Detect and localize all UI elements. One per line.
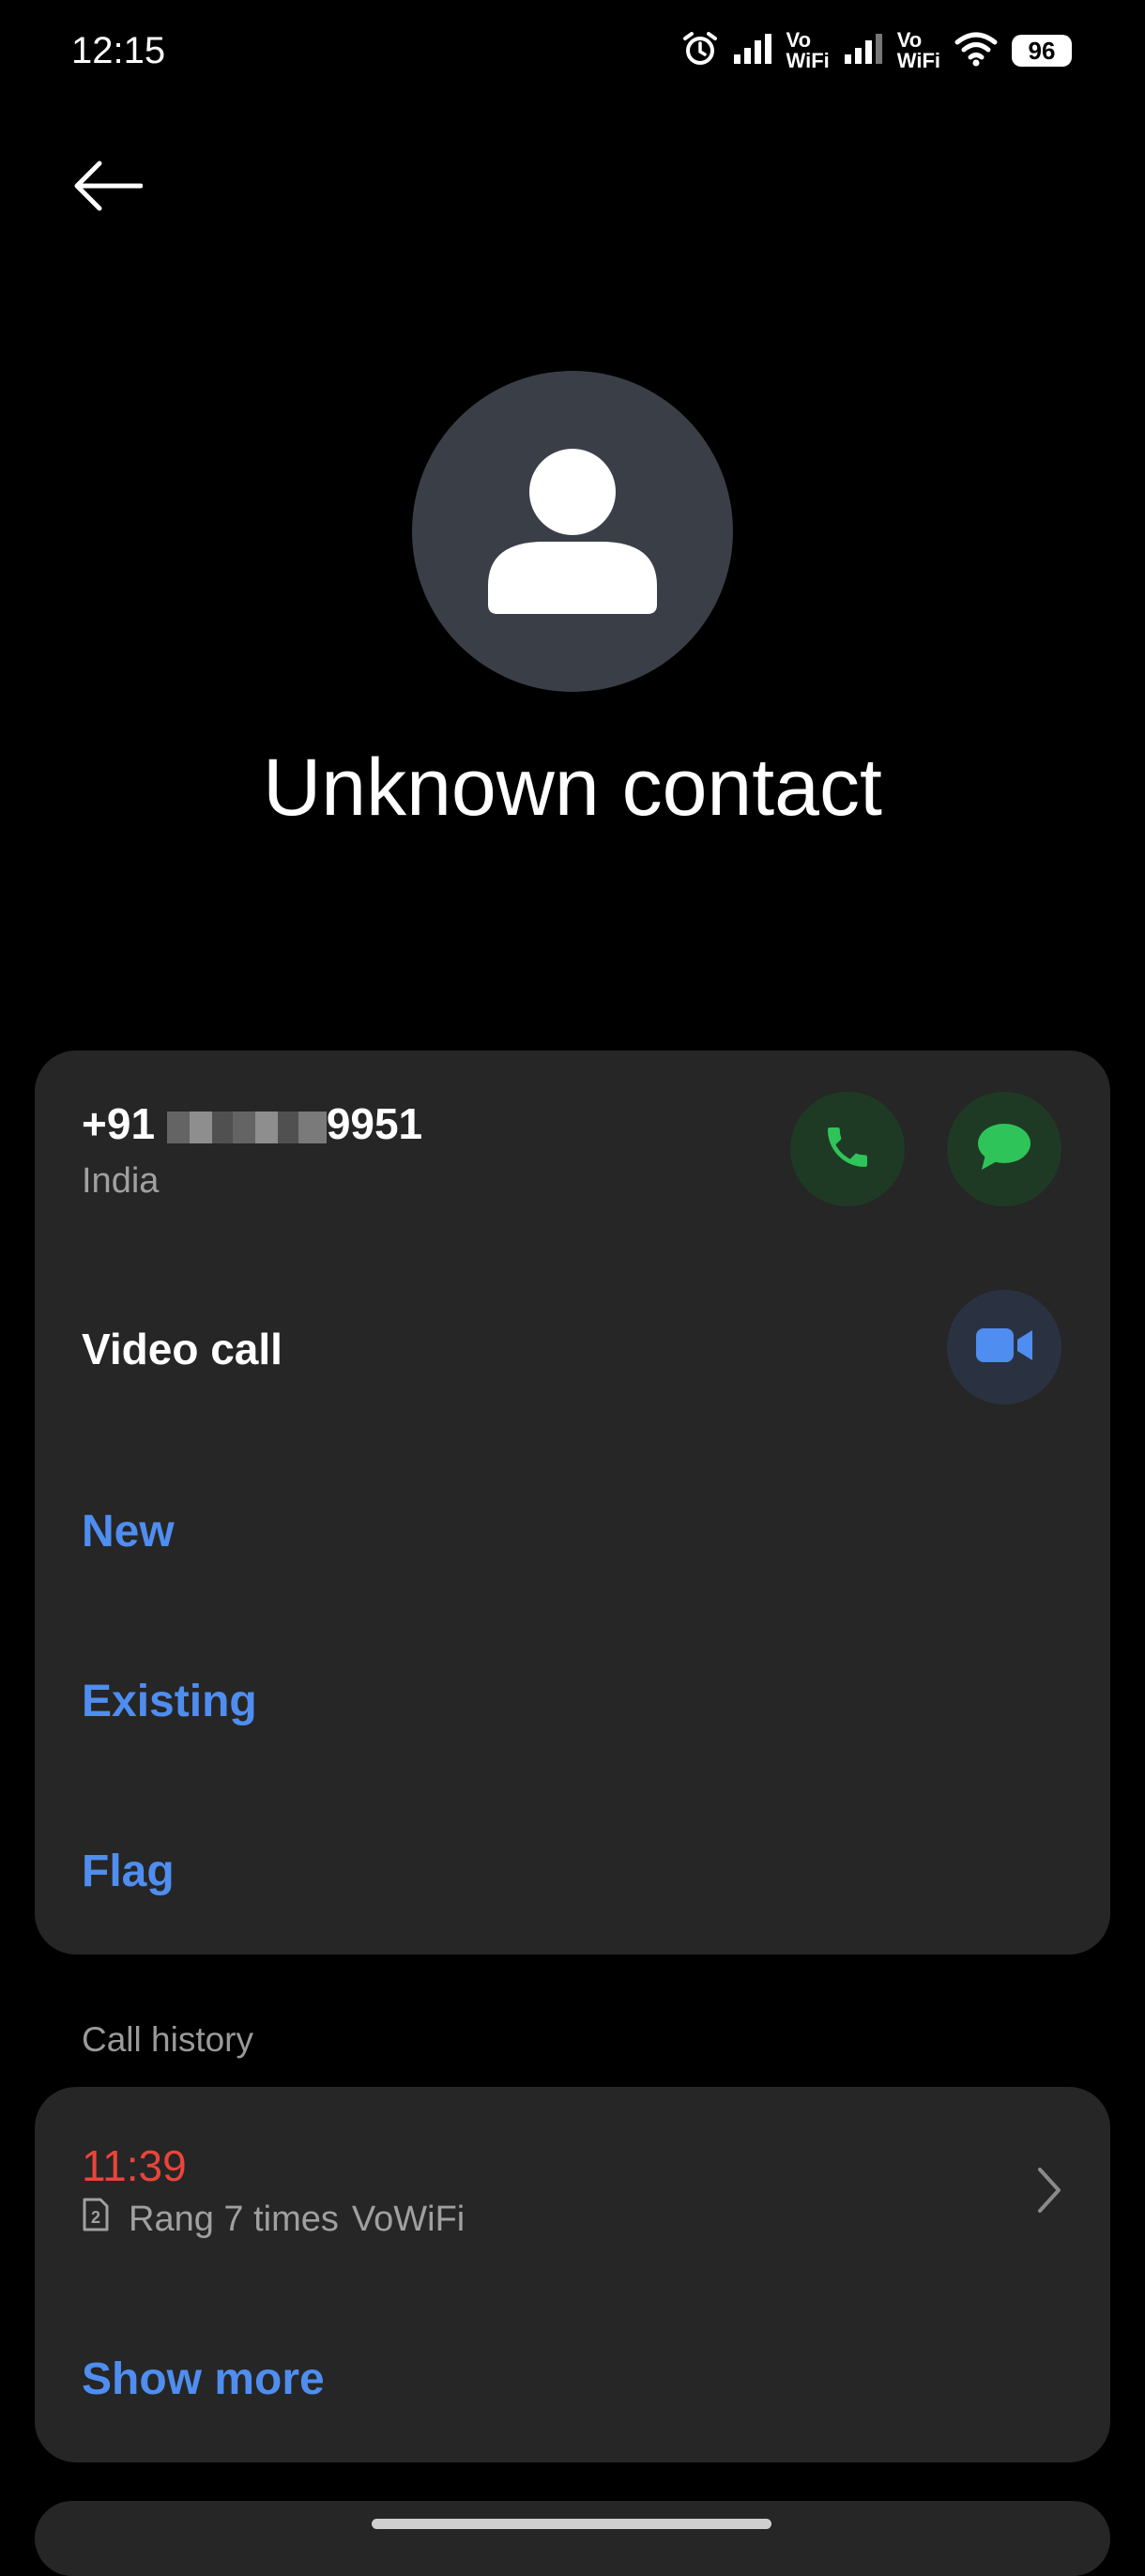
show-more-button[interactable]: Show more: [82, 2354, 325, 2405]
call-history-card: [35, 2087, 1110, 2462]
vowifi-icon: Vo WiFi: [786, 28, 830, 72]
signal-icon: [732, 32, 773, 70]
call-entry-detail: 2 Rang 7 times VoWiFi: [82, 2197, 465, 2242]
redacted-digits: [166, 1111, 298, 1143]
status-time: 12:15: [71, 30, 166, 71]
contact-actions-card: [35, 1050, 1110, 1955]
call-entry-time[interactable]: 11:39: [82, 2140, 187, 2191]
sim-2-icon: 2: [82, 2197, 110, 2242]
home-indicator[interactable]: [372, 2519, 771, 2529]
svg-text:2: 2: [91, 2208, 100, 2227]
video-call-label[interactable]: Video call: [82, 1324, 282, 1374]
phone-number[interactable]: +91 9951: [82, 1098, 422, 1149]
phone-country: India: [82, 1161, 160, 1201]
call-button[interactable]: [790, 1092, 905, 1206]
call-history-label: Call history: [82, 2020, 253, 2059]
person-icon: [488, 445, 657, 619]
call-entry-status: Rang 7 times: [129, 2199, 339, 2239]
video-camera-icon: [974, 1325, 1034, 1371]
contact-name: Unknown contact: [263, 743, 882, 833]
phone-prefix: +91: [82, 1099, 156, 1148]
battery-indicator: 96: [1012, 35, 1072, 67]
signal-icon-2: [843, 32, 884, 70]
alarm-icon: [681, 30, 719, 72]
phone-icon: [821, 1121, 874, 1178]
new-contact-button[interactable]: New: [82, 1506, 175, 1557]
back-button[interactable]: [71, 150, 161, 225]
flag-button[interactable]: Flag: [82, 1846, 175, 1897]
call-entry-network: VoWiFi: [351, 2199, 466, 2239]
contact-avatar: [412, 371, 733, 692]
call-entry-chevron[interactable]: [1032, 2164, 1066, 2221]
video-call-button[interactable]: [947, 1290, 1061, 1404]
message-icon: [976, 1121, 1032, 1178]
next-card: [35, 2501, 1110, 2576]
wifi-icon: [954, 31, 999, 71]
phone-suffix: 9951: [326, 1099, 423, 1148]
vowifi-icon-2: Vo WiFi: [896, 28, 940, 72]
redacted-digit: [298, 1111, 327, 1143]
back-arrow-icon: [71, 160, 144, 217]
add-to-existing-button[interactable]: Existing: [82, 1676, 257, 1727]
status-icons: Vo WiFi Vo WiFi 96: [681, 24, 1072, 77]
message-button[interactable]: [947, 1092, 1061, 1206]
chevron-right-icon: [1032, 2168, 1066, 2220]
